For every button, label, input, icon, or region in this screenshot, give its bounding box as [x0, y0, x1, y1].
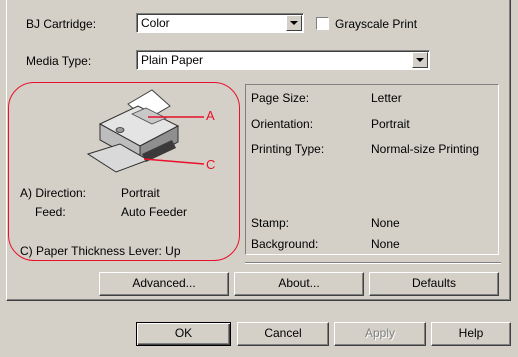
apply-button[interactable]: Apply [334, 322, 426, 346]
page-size-value: Letter [371, 91, 402, 105]
grayscale-label[interactable]: Grayscale Print [335, 17, 417, 31]
about-button[interactable]: About... [234, 272, 364, 296]
preview-highlight [8, 82, 240, 261]
printing-type-label: Printing Type: [251, 142, 325, 156]
cancel-button[interactable]: Cancel [237, 322, 329, 346]
cartridge-label-text: BJ Cartridge: [26, 17, 97, 31]
background-value: None [371, 237, 400, 251]
help-button[interactable]: Help [431, 322, 511, 346]
orientation-value: Portrait [371, 117, 410, 131]
cartridge-select[interactable]: Color [136, 13, 304, 33]
chevron-down-icon[interactable] [286, 15, 302, 31]
grayscale-checkbox[interactable] [316, 17, 329, 30]
media-select[interactable]: Plain Paper [136, 50, 430, 70]
media-label: Media Type: [26, 54, 92, 68]
orientation-label: Orientation: [251, 117, 314, 131]
cartridge-label: BJ Cartridge: [26, 17, 96, 31]
stamp-label: Stamp: [251, 216, 290, 230]
separator [245, 262, 501, 264]
ok-button[interactable]: OK [136, 322, 231, 346]
cartridge-value: Color [141, 16, 170, 30]
chevron-down-icon[interactable] [412, 52, 428, 68]
media-value: Plain Paper [141, 53, 204, 67]
defaults-button[interactable]: Defaults [369, 272, 499, 296]
advanced-button[interactable]: Advanced... [99, 272, 229, 296]
page-size-label: Page Size: [251, 91, 310, 105]
printing-type-value: Normal-size Printing [371, 142, 480, 156]
stamp-value: None [371, 216, 400, 230]
background-label: Background: [251, 237, 319, 251]
